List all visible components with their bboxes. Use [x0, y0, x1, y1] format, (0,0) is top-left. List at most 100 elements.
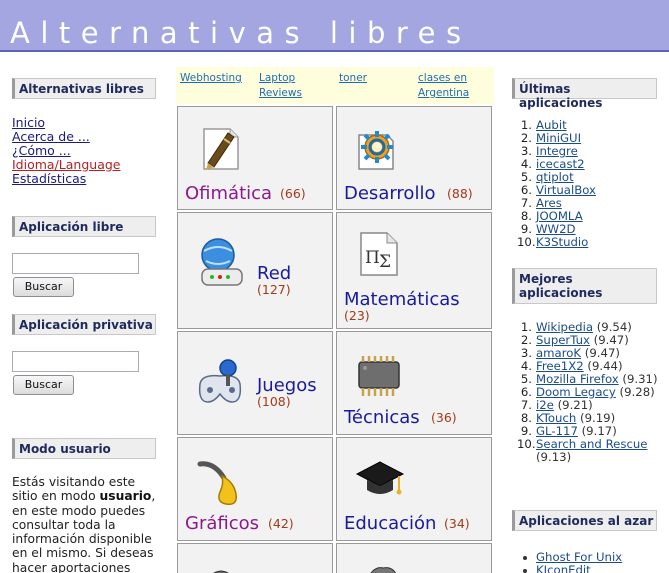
app-link[interactable]: Wikipedia — [536, 320, 593, 334]
category-graficos[interactable]: Gráficos (42) — [177, 437, 333, 541]
category-cell-partial-2[interactable] — [336, 543, 492, 573]
app-score: (9.54) — [596, 320, 632, 334]
app-score: (9.31) — [622, 372, 658, 386]
app-score: (9.21) — [557, 398, 593, 412]
gear-document-icon — [358, 131, 394, 170]
app-link[interactable]: KTouch — [536, 411, 576, 425]
nav-box-header: Alternativas libres — [12, 78, 156, 99]
banner-divider — [0, 52, 669, 54]
user-mode-description: Estás visitando este sitio en modo usuar… — [12, 475, 156, 573]
app-link[interactable]: i2e — [536, 398, 554, 412]
category-grid: Ofimática (66) Desarrollo (88) Red (127) — [177, 106, 493, 573]
app-link[interactable]: GL-117 — [536, 424, 578, 438]
category-count: (23) — [344, 308, 370, 323]
nav-link-estadisticas[interactable]: Estadísticas — [12, 172, 120, 186]
list-item: KIconEdit — [517, 564, 622, 573]
free-app-box-header: Aplicación libre — [12, 216, 156, 237]
app-link[interactable]: Search and Rescue — [536, 437, 647, 451]
free-app-search-input[interactable] — [12, 253, 139, 274]
category-name[interactable]: Desarrollo — [344, 183, 435, 204]
category-count: (66) — [280, 186, 306, 201]
app-link[interactable]: VirtualBox — [536, 183, 596, 197]
ad-link-clases-argentina[interactable]: clases en Argentina — [418, 71, 492, 101]
app-link[interactable]: SuperTux — [536, 333, 590, 347]
random-apps-list: Ghost For Unix KIconEdit — [517, 551, 622, 573]
category-count: (108) — [257, 394, 291, 409]
ad-link-webhosting[interactable]: Webhosting — [180, 71, 255, 86]
app-score: (9.44) — [587, 359, 623, 373]
site-title: Alternativas libres — [10, 16, 472, 50]
category-red[interactable]: Red (127) — [177, 212, 333, 329]
app-link[interactable]: icecast2 — [536, 157, 585, 171]
category-icon-partial — [370, 567, 397, 573]
best-apps-header: Mejores aplicaciones — [512, 268, 657, 304]
app-link[interactable]: MiniGUI — [536, 131, 581, 145]
app-score: (9.47) — [584, 346, 620, 360]
category-juegos[interactable]: Juegos (108) — [177, 331, 333, 435]
priv-app-search-input[interactable] — [12, 351, 139, 372]
math-formula-icon: Π Σ — [360, 232, 398, 276]
priv-app-search-button[interactable]: Buscar — [13, 375, 74, 395]
app-link[interactable]: Doom Legacy — [536, 385, 616, 399]
app-link[interactable]: qtiplot — [536, 170, 574, 184]
category-name[interactable]: Matemáticas — [344, 289, 460, 310]
app-link[interactable]: Mozilla Firefox — [536, 372, 619, 386]
app-score: (9.47) — [593, 333, 629, 347]
graduation-cap-icon — [355, 461, 405, 495]
category-name[interactable]: Ofimática — [185, 183, 272, 204]
category-desarrollo[interactable]: Desarrollo (88) — [336, 106, 492, 210]
app-link[interactable]: Ghost For Unix — [536, 550, 622, 564]
category-name[interactable]: Juegos — [257, 375, 317, 396]
svg-text:Σ: Σ — [379, 252, 391, 272]
category-name[interactable]: Técnicas — [344, 407, 420, 428]
app-score: (9.28) — [619, 385, 655, 399]
app-link[interactable]: JOOMLA — [536, 209, 583, 223]
ad-bar: Webhosting Laptop Reviews toner clases e… — [176, 67, 494, 104]
random-apps-header: Aplicaciones al azar — [512, 510, 657, 531]
category-matematicas[interactable]: Π Σ Matemáticas (23) — [336, 212, 492, 329]
list-item: 10. Search and Rescue (9.13) — [517, 437, 648, 464]
category-count: (88) — [447, 186, 473, 201]
category-count: (34) — [444, 516, 470, 531]
category-tecnicas[interactable]: Técnicas (36) — [336, 331, 492, 435]
nav-link-como[interactable]: ¿Cómo ... — [12, 144, 120, 158]
app-link[interactable]: Integre — [536, 144, 578, 158]
latest-apps-list: 1. Aubit 2. MiniGUI 3. Integre 4. icecast2 5… — [517, 119, 596, 249]
pen-document-icon — [203, 128, 239, 170]
paintbrush-icon — [197, 461, 238, 506]
ad-link-laptop-reviews[interactable]: Laptop Reviews — [259, 71, 329, 101]
category-count: (42) — [268, 516, 294, 531]
nav-link-idioma[interactable]: Idioma/Language — [12, 158, 120, 172]
free-app-search-button[interactable]: Buscar — [13, 277, 74, 297]
category-ofimatica[interactable]: Ofimática (66) — [177, 106, 333, 210]
app-link[interactable]: Free1X2 — [536, 359, 584, 373]
category-name[interactable]: Gráficos — [185, 513, 259, 534]
list-item: 10. K3Studio — [517, 235, 589, 249]
app-link[interactable]: amaroK — [536, 346, 581, 360]
best-apps-header-link[interactable]: Mejores aplicaciones — [519, 272, 602, 300]
app-score: (9.13) — [536, 450, 572, 464]
app-link[interactable]: Ares — [536, 196, 562, 210]
latest-apps-header: Últimas aplicaciones — [512, 78, 657, 110]
category-count: (36) — [431, 410, 457, 425]
category-name[interactable]: Red — [257, 263, 291, 284]
ad-link-toner[interactable]: toner — [339, 71, 399, 86]
priv-app-box-header: Aplicación privativa — [12, 314, 156, 335]
app-link[interactable]: WW2D — [536, 222, 576, 236]
site-banner: Alternativas libres — [0, 0, 669, 52]
best-apps-list: 1. Wikipedia (9.54) 2. SuperTux (9.47) 3. a… — [517, 321, 662, 464]
category-cell-partial-1[interactable] — [177, 543, 333, 573]
nav-link-acerca[interactable]: Acerca de ... — [12, 130, 120, 144]
app-link[interactable]: K3Studio — [536, 235, 588, 249]
user-mode-box-header: Modo usuario — [12, 438, 156, 459]
app-link[interactable]: Aubit — [536, 118, 567, 132]
app-link[interactable]: KIconEdit — [536, 563, 591, 573]
category-count: (127) — [257, 282, 291, 297]
category-name[interactable]: Educación — [344, 513, 436, 534]
category-icon-partial — [213, 570, 229, 573]
app-score: (9.17) — [581, 424, 617, 438]
nav-link-inicio[interactable]: Inicio — [12, 116, 120, 130]
app-score: (9.19) — [580, 411, 616, 425]
category-educacion[interactable]: Educación (34) — [336, 437, 492, 541]
microchip-icon — [358, 356, 400, 396]
